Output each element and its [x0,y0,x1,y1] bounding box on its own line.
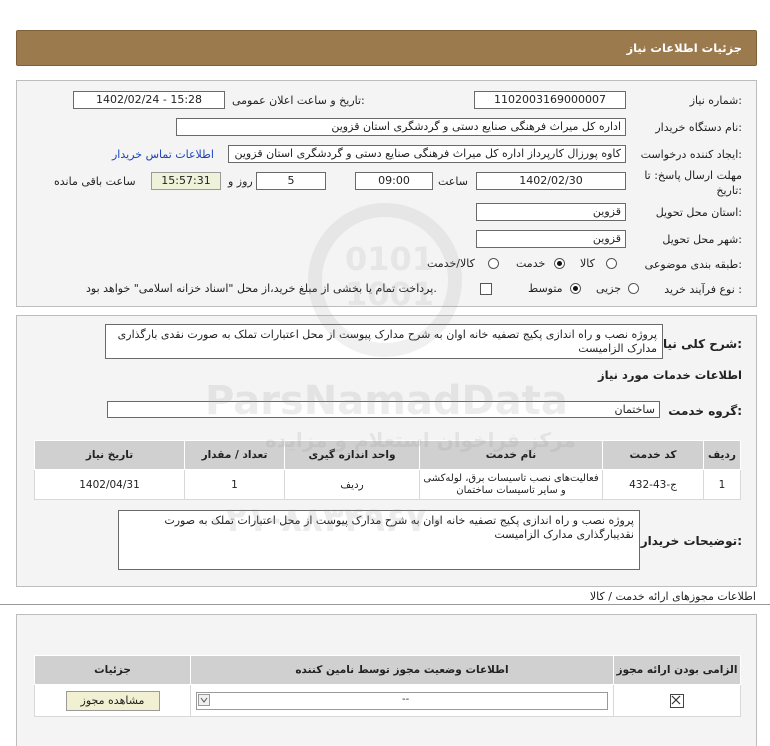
purchase-process-label: نوع فرآیند خرید : [664,283,742,296]
delivery-province-label: استان محل تحویل: [655,206,742,219]
permits-table-header: الزامی بودن ارائه مجوز اطلاعات وضعیت مجو… [34,655,741,685]
days-field: 5 [256,172,326,190]
th-permit-required: الزامی بودن ارائه مجوز [613,655,741,685]
cell-need-date: 1402/04/31 [34,469,185,500]
delivery-city-label: شهر محل تحویل: [662,233,742,246]
days-label: روز و [228,175,253,188]
th-service-name: نام خدمت [419,440,603,470]
cell-permit-status: -- [190,684,614,717]
buyer-notes-label: توضیحات خریدار: [640,534,742,548]
svg-text:1001: 1001 [345,275,434,313]
permit-status-select[interactable]: -- [196,691,608,710]
request-creator-label: ایجاد کننده درخواست: [640,148,742,161]
table-row: -- مشاهده مجوز [34,684,741,717]
buyer-contact-link[interactable]: اطلاعات تماس خریدار [112,148,214,161]
delivery-city-field: قزوین [476,230,626,248]
th-service-code: کد خدمت [602,440,704,470]
items-table-header: ردیف کد خدمت نام خدمت واحد اندازه گیری ت… [34,440,741,470]
delivery-province-field: قزوین [476,203,626,221]
buyer-notes-text: پروژه نصب و راه اندازی پکیج تصفیه خانه ا… [118,510,640,570]
svg-text:0101: 0101 [345,240,434,278]
category-option-service: خدمت [516,257,546,270]
category-radio-goods-service[interactable] [488,258,499,269]
permits-heading: اطلاعات مجوزهای ارائه خدمت / کالا [589,590,756,603]
required-checkbox[interactable] [670,693,684,708]
permits-table: الزامی بودن ارائه مجوز اطلاعات وضعیت مجو… [34,655,741,717]
items-table: ردیف کد خدمت نام خدمت واحد اندازه گیری ت… [34,440,741,500]
need-number-label: شماره نیاز: [689,94,742,107]
deadline-label: مهلت ارسال پاسخ: تا [644,169,742,182]
process-option-minor: جزیی [596,282,622,295]
x-mark-icon [671,695,681,704]
table-row: 1 ج-43-432 فعالیت‌های نصب تاسیسات برق، ل… [34,469,741,500]
cell-quantity: 1 [184,469,285,500]
cell-permit-details: مشاهده مجوز [34,684,191,717]
divider [0,604,770,605]
th-quantity: تعداد / مقدار [184,440,285,470]
th-row: ردیف [703,440,741,470]
th-permit-details: جزئیات [34,655,191,685]
deadline-date-field: 1402/02/30 [476,172,626,190]
page-header: جزئیات اطلاعات نیاز [16,30,757,66]
buyer-org-label: نام دستگاه خریدار: [655,121,742,134]
category-label: طبقه بندی موضوعی: [644,258,742,271]
chevron-down-icon [198,693,210,706]
category-radio-goods[interactable] [606,258,617,269]
deadline-time-field: 09:00 [355,172,433,190]
remaining-time-field: 15:57:31 [151,172,221,190]
announce-datetime-label: تاریخ و ساعت اعلان عمومی: [232,94,365,107]
watermark-logo-icon: 0101 1001 [308,203,462,357]
treasury-payment-checkbox[interactable] [480,283,492,295]
deadline-date-label: تاریخ: [716,184,742,197]
buyer-org-field: اداره کل میراث فرهنگی صنایع دستی و گردشگ… [176,118,626,136]
th-need-date: تاریخ نیاز [34,440,185,470]
cell-unit: ردیف [284,469,420,500]
cell-service-code: ج-43-432 [602,469,704,500]
cell-service-name: فعالیت‌های نصب تاسیسات برق، لوله‌کشی و س… [419,469,603,500]
th-permit-status: اطلاعات وضعیت مجوز توسط نامین کننده [190,655,614,685]
summary-label: شرح کلی نیاز: [656,337,742,351]
category-radio-service[interactable] [554,258,565,269]
cell-row: 1 [703,469,741,500]
page-title: جزئیات اطلاعات نیاز [626,41,742,55]
process-radio-minor[interactable] [628,283,639,294]
service-group-label: گروه خدمت: [668,404,742,418]
th-unit: واحد اندازه گیری [284,440,420,470]
view-permit-button[interactable]: مشاهده مجوز [65,690,160,711]
permit-status-value: -- [402,693,410,705]
need-number-field: 1102003169000007 [474,91,626,109]
cell-permit-required [613,684,741,717]
remaining-time-label: ساعت باقی مانده [54,175,136,188]
announce-datetime-field: 1402/02/24 - 15:28 [73,91,225,109]
service-group-field: ساختمان [107,401,660,418]
request-creator-field: کاوه پورزال کارپرداز اداره کل میراث فرهن… [228,145,626,163]
category-option-goods: کالا [580,257,595,270]
process-option-medium: متوسط [528,282,563,295]
services-heading: اطلاعات خدمات مورد نیاز [598,368,742,382]
process-radio-medium[interactable] [570,283,581,294]
deadline-time-label: ساعت [438,175,468,188]
